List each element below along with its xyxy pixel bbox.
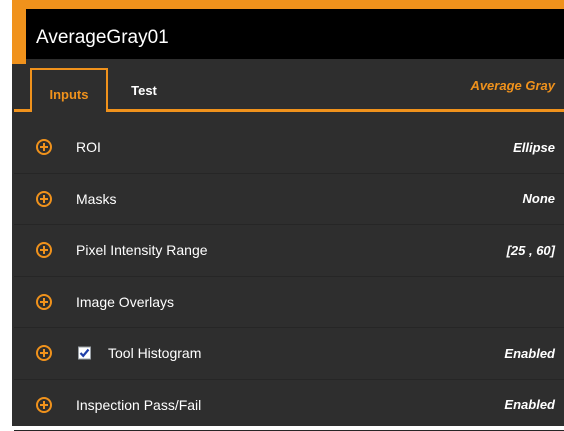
property-value: [25 , 60] [507,243,555,258]
plus-circle-icon[interactable] [36,191,52,207]
property-label: Masks [76,191,116,207]
property-row-inspection-pass-fail[interactable]: Inspection Pass/Fail Enabled [14,380,564,431]
tool-type-label: Average Gray [470,78,555,93]
property-row-image-overlays[interactable]: Image Overlays [14,277,564,329]
property-value: Enabled [504,397,555,412]
accent-strip [12,0,26,64]
property-row-pixel-intensity-range[interactable]: Pixel Intensity Range [25 , 60] [14,225,564,277]
property-value: Ellipse [513,140,555,155]
tab-test[interactable]: Test [114,68,174,108]
property-label: Inspection Pass/Fail [76,397,201,413]
property-label: ROI [76,139,101,155]
tab-inputs[interactable]: Inputs [30,68,108,112]
property-label: Image Overlays [76,294,174,310]
property-label: Tool Histogram [108,345,201,361]
tool-histogram-checkbox[interactable] [78,347,91,360]
plus-circle-icon[interactable] [36,294,52,310]
plus-circle-icon[interactable] [36,139,52,155]
tab-test-label: Test [131,83,157,98]
tool-title: AverageGray01 [36,27,169,49]
plus-circle-icon[interactable] [36,345,52,361]
property-label: Pixel Intensity Range [76,242,208,258]
plus-circle-icon[interactable] [36,242,52,258]
property-row-roi[interactable]: ROI Ellipse [14,122,564,174]
property-value: None [523,191,556,206]
property-row-masks[interactable]: Masks None [14,174,564,226]
checkmark-icon [79,348,90,359]
property-value: Enabled [504,346,555,361]
property-list: ROI Ellipse Masks None Pixel Intensity R… [14,122,564,431]
plus-circle-icon[interactable] [36,397,52,413]
tab-inputs-label: Inputs [50,87,89,102]
title-bar: AverageGray01 [26,9,564,59]
property-row-tool-histogram[interactable]: Tool Histogram Enabled [14,328,564,380]
